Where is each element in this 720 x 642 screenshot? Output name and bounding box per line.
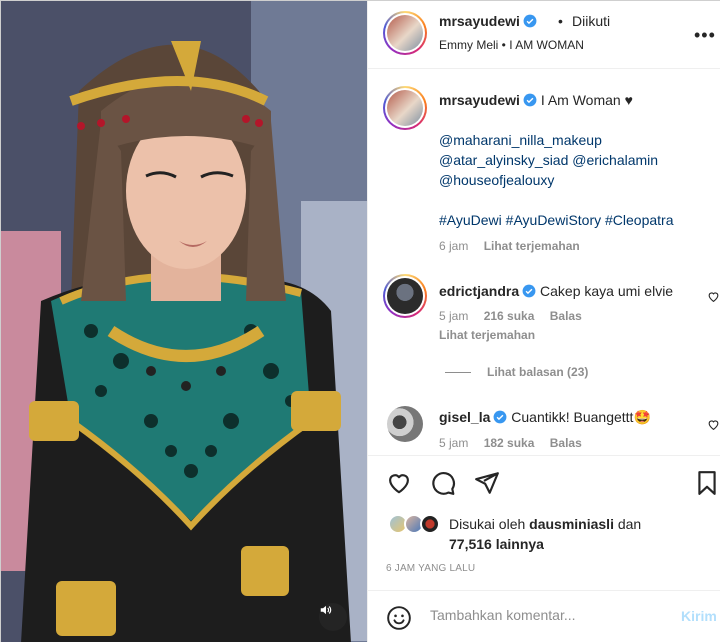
instagram-post-window: mrsayudewi • Diikuti Emmy Meli • I AM WO… [0,0,720,642]
author-username[interactable]: mrsayudewi [439,13,520,29]
comment-meta: 5 jam 216 suka Balas [439,309,582,323]
liker-username[interactable]: dausminiasli [529,516,614,532]
post-details-panel: mrsayudewi • Diikuti Emmy Meli • I AM WO… [367,1,720,642]
likes-conj: dan [617,516,642,532]
comment-item: edrictjandra Cakep kaya umi elvie [439,281,709,301]
volume-icon [320,605,332,615]
post-actions-section: Disukai oleh dausminiasli dan 77,516 lai… [368,455,720,642]
likes-prefix: Disukai oleh [449,516,526,532]
comment-time[interactable]: 5 jam [439,436,468,450]
replies-divider [445,372,471,374]
view-replies-button[interactable]: Lihat balasan (23) [445,365,588,379]
add-comment-bar: Kirim [368,590,720,642]
reply-button[interactable]: Balas [550,436,582,450]
comment-time[interactable]: 5 jam [439,309,468,323]
caption-meta: 6 jam Lihat terjemahan [439,239,580,253]
follow-status-button[interactable]: Diikuti [572,13,610,29]
likes-count[interactable]: 77,516 lainnya [449,536,544,552]
mute-toggle-button[interactable] [319,603,347,631]
comment-text: Cuantikk! Buangettt🤩 [511,409,651,425]
reply-button[interactable]: Balas [550,309,582,323]
caption-username[interactable]: mrsayudewi [439,92,520,108]
comment-likes[interactable]: 182 suka [484,436,535,450]
bookmark-icon[interactable] [696,470,718,496]
like-comment-heart-icon[interactable] [707,418,720,431]
post-comment-button[interactable]: Kirim [681,608,717,624]
post-header: mrsayudewi • Diikuti Emmy Meli • I AM WO… [368,1,720,69]
verified-icon [493,410,507,424]
mention-link[interactable]: @atar_alyinsky_siad @erichalamin [439,150,719,170]
emoji-icon[interactable] [386,605,412,631]
caption-text: I Am Woman ♥ [540,92,633,108]
caption-time[interactable]: 6 jam [439,239,468,253]
comment-meta: 5 jam 182 suka Balas [439,436,582,450]
commenter-username[interactable]: gisel_la [439,409,490,425]
commenter-avatar[interactable] [383,274,427,318]
view-replies-label: Lihat balasan (23) [487,365,589,379]
post-video[interactable] [1,1,367,642]
verified-icon [523,93,537,107]
comments-list[interactable]: mrsayudewi I Am Woman ♥ @maharani_nilla_… [368,69,720,455]
more-options-button[interactable]: ••• [694,25,716,46]
heart-icon[interactable] [386,470,412,496]
author-avatar[interactable] [383,11,427,55]
like-comment-heart-icon[interactable] [707,290,720,303]
comment-icon[interactable] [430,470,456,496]
mention-link[interactable]: @maharani_nilla_makeup [439,130,719,150]
likes-summary: Disukai oleh dausminiasli dan 77,516 lai… [449,514,709,554]
separator-dot: • [558,13,563,29]
caption: mrsayudewi I Am Woman ♥ [439,90,709,110]
caption-mentions: @maharani_nilla_makeup @atar_alyinsky_si… [439,130,719,190]
caption-hashtags[interactable]: #AyuDewi #AyuDewiStory #Cleopatra [439,210,674,230]
verified-icon [523,14,537,28]
caption-translate-button[interactable]: Lihat terjemahan [484,239,580,253]
comment-text: Cakep kaya umi elvie [540,283,674,299]
mention-link[interactable]: @houseofjealouxy [439,170,719,190]
caption-author-avatar[interactable] [383,86,427,130]
author-username-link[interactable]: mrsayudewi [439,13,537,29]
comment-translate-button[interactable]: Lihat terjemahan [439,328,535,342]
share-icon[interactable] [474,470,500,496]
comment-item: gisel_la Cuantikk! Buangettt🤩 [439,407,709,427]
commenter-avatar[interactable] [387,406,423,442]
video-frame-illustration [1,1,367,642]
audio-track-label[interactable]: Emmy Meli • I AM WOMAN [439,38,584,52]
comment-likes[interactable]: 216 suka [484,309,535,323]
commenter-username[interactable]: edrictjandra [439,283,519,299]
liker-avatar [420,514,440,534]
post-timestamp[interactable]: 6 JAM YANG LALU [386,563,475,574]
comment-input[interactable] [430,607,670,623]
verified-icon [522,284,536,298]
